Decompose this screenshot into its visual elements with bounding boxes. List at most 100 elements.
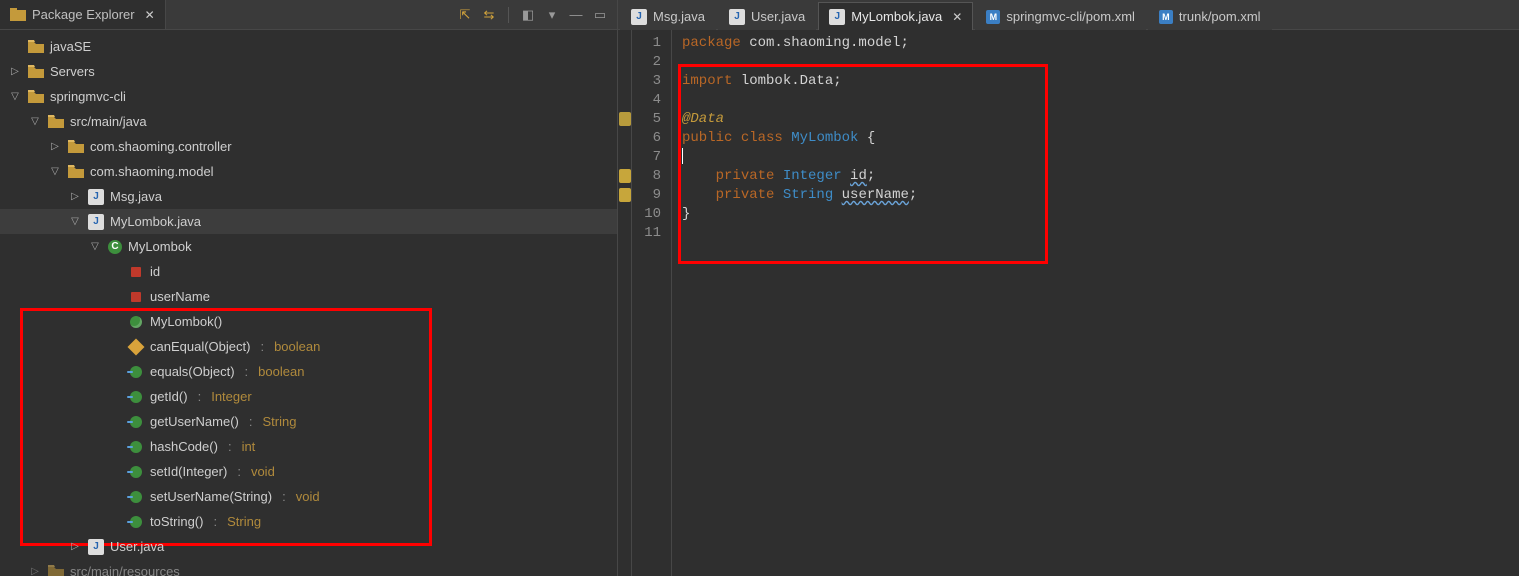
twisty-icon[interactable]: ▽: [88, 234, 102, 259]
method-icon: [130, 466, 142, 478]
twisty-icon[interactable]: ▽: [48, 159, 62, 184]
tree-m-getid[interactable]: ▷getId():Integer: [0, 384, 617, 409]
tab-user[interactable]: JUser.java: [718, 2, 816, 30]
java-file-icon: J: [88, 189, 104, 205]
field-icon: [131, 267, 141, 277]
tree-item-label: getId(): [150, 384, 188, 409]
twisty-icon[interactable]: ▽: [68, 209, 82, 234]
twisty-icon[interactable]: ▷: [8, 59, 22, 84]
tree-m-setid[interactable]: ▷setId(Integer):void: [0, 459, 617, 484]
tree-item-label: setUserName(String): [150, 484, 272, 509]
twisty-icon[interactable]: ▽: [8, 84, 22, 109]
tree-file-user[interactable]: ▷JUser.java: [0, 534, 617, 559]
code-line-6[interactable]: public class MyLombok {: [682, 129, 1519, 148]
tree-srcfolder-res[interactable]: ▷src/main/resources: [0, 559, 617, 576]
folder-icon: [28, 64, 44, 80]
code-line-7[interactable]: [682, 148, 1519, 167]
editor-tab-label: User.java: [751, 3, 805, 31]
code-line-2[interactable]: [682, 53, 1519, 72]
line-number: 10: [632, 205, 661, 224]
collapse-all-icon[interactable]: ⇱: [456, 6, 474, 24]
code-line-11[interactable]: [682, 224, 1519, 243]
view-menu-icon[interactable]: ▾: [543, 6, 561, 24]
tree-srcfolder[interactable]: ▽src/main/java: [0, 109, 617, 134]
tree-m-equals[interactable]: ▷equals(Object):boolean: [0, 359, 617, 384]
tree-class-mylombok[interactable]: ▽CMyLombok: [0, 234, 617, 259]
line-number-gutter: 1234567891011: [632, 30, 672, 576]
tree-m-getusername[interactable]: ▷getUserName():String: [0, 409, 617, 434]
code-line-5[interactable]: @Data: [682, 110, 1519, 129]
tree-item-label: Servers: [50, 59, 95, 84]
link-editor-icon[interactable]: ⇆: [480, 6, 498, 24]
annotation-warn-icon[interactable]: [619, 112, 631, 126]
tree-item-label: getUserName(): [150, 409, 239, 434]
tree-field-username[interactable]: ▷userName: [0, 284, 617, 309]
package-explorer-panel: Package Explorer ✕ ⇱ ⇆ ◧ ▾ — ▭ ▷javaSE▷S…: [0, 0, 618, 576]
close-icon[interactable]: ✕: [952, 3, 962, 31]
package-explorer-label: Package Explorer: [32, 7, 135, 22]
tab-pom1[interactable]: Mspringmvc-cli/pom.xml: [975, 2, 1146, 30]
code-line-3[interactable]: import lombok.Data;: [682, 72, 1519, 91]
tree-field-id[interactable]: ▷id: [0, 259, 617, 284]
code-area[interactable]: package com.shaoming.model; import lombok…: [672, 30, 1519, 576]
method-icon: [130, 441, 142, 453]
line-number: 1: [632, 34, 661, 53]
package-explorer-tree[interactable]: ▷javaSE▷Servers▽springmvc-cli▽src/main/j…: [0, 30, 617, 576]
twisty-icon: ▷: [108, 334, 122, 359]
tree-project-javase[interactable]: ▷javaSE: [0, 34, 617, 59]
tab-pom2[interactable]: Mtrunk/pom.xml: [1148, 2, 1272, 30]
code-line-9[interactable]: private String userName;: [682, 186, 1519, 205]
twisty-icon: ▷: [108, 384, 122, 409]
twisty-icon[interactable]: ▷: [48, 134, 62, 159]
editor-tabbar: JMsg.javaJUser.javaJMyLombok.java✕Msprin…: [618, 0, 1519, 30]
code-line-10[interactable]: }: [682, 205, 1519, 224]
code-line-8[interactable]: private Integer id;: [682, 167, 1519, 186]
tree-m-canequal[interactable]: ▷canEqual(Object):boolean: [0, 334, 617, 359]
tree-pkg-controller[interactable]: ▷ com.shaoming.controller: [0, 134, 617, 159]
tree-item-label: hashCode(): [150, 434, 218, 459]
focus-icon[interactable]: ◧: [519, 6, 537, 24]
tree-item-label: canEqual(Object): [150, 334, 250, 359]
tree-project-springmvc[interactable]: ▽springmvc-cli: [0, 84, 617, 109]
view-tabbar: Package Explorer ✕ ⇱ ⇆ ◧ ▾ — ▭: [0, 0, 617, 30]
java-file-icon: J: [88, 214, 104, 230]
twisty-icon[interactable]: ▷: [68, 534, 82, 559]
editor-tab-label: MyLombok.java: [851, 3, 942, 31]
pkg-icon: [68, 164, 84, 180]
annotation-yellow-icon[interactable]: [619, 169, 631, 183]
method-icon: [130, 416, 142, 428]
tree-m-setusername[interactable]: ▷setUserName(String):void: [0, 484, 617, 509]
tree-item-label: setId(Integer): [150, 459, 227, 484]
close-icon[interactable]: ✕: [145, 8, 155, 22]
method-icon: [130, 491, 142, 503]
tree-item-label: com.shaoming.controller: [90, 134, 232, 159]
tab-mylombok[interactable]: JMyLombok.java✕: [818, 2, 973, 30]
annotation-yellow-icon[interactable]: [619, 188, 631, 202]
tree-m-tostring[interactable]: ▷toString():String: [0, 509, 617, 534]
twisty-icon[interactable]: ▽: [28, 109, 42, 134]
package-explorer-tab[interactable]: Package Explorer ✕: [0, 0, 166, 29]
twisty-icon[interactable]: ▷: [28, 559, 42, 576]
twisty-icon: ▷: [8, 34, 22, 59]
tree-ctor[interactable]: ▷MyLombok(): [0, 309, 617, 334]
line-number: 9: [632, 186, 661, 205]
tree-pkg-model[interactable]: ▽com.shaoming.model: [0, 159, 617, 184]
tree-item-label: toString(): [150, 509, 203, 534]
code-line-1[interactable]: package com.shaoming.model;: [682, 34, 1519, 53]
minimize-icon[interactable]: —: [567, 6, 585, 24]
editor-tab-label: Msg.java: [653, 3, 705, 31]
code-line-4[interactable]: [682, 91, 1519, 110]
tree-file-msg[interactable]: ▷JMsg.java: [0, 184, 617, 209]
twisty-icon[interactable]: ▷: [68, 184, 82, 209]
tree-project-servers[interactable]: ▷ Servers: [0, 59, 617, 84]
line-number: 2: [632, 53, 661, 72]
tab-msg[interactable]: JMsg.java: [620, 2, 716, 30]
tree-m-hashcode[interactable]: ▷hashCode():int: [0, 434, 617, 459]
maximize-icon[interactable]: ▭: [591, 6, 609, 24]
line-number: 6: [632, 129, 661, 148]
proj-icon: [28, 89, 44, 105]
method-icon: [130, 366, 142, 378]
tree-file-mylombok[interactable]: ▽JMyLombok.java: [0, 209, 617, 234]
tree-item-label: id: [150, 259, 160, 284]
editor-panel: JMsg.javaJUser.javaJMyLombok.java✕Msprin…: [618, 0, 1519, 576]
